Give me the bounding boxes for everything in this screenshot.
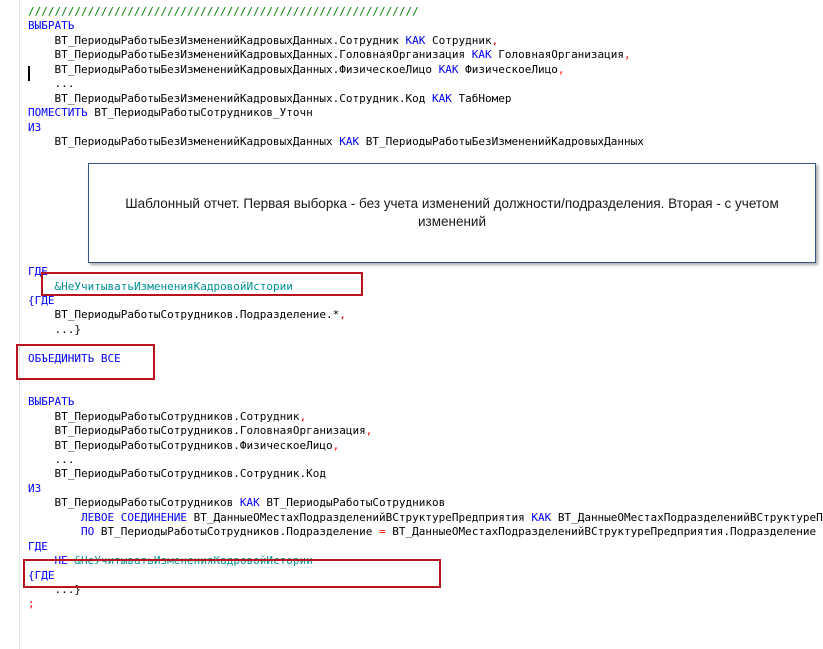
code-operator: , (557, 62, 565, 76)
code-line[interactable]: ПО ВТ_ПериодыРаботыСотрудников.Подраздел… (28, 525, 816, 539)
code-text: ...} (28, 322, 81, 336)
code-line[interactable]: ... (28, 453, 74, 467)
annotation-tooltip-text: Шаблонный отчет. Первая выборка - без уч… (125, 196, 779, 229)
code-operator: , (365, 424, 373, 438)
code-line[interactable]: ВЫБРАТЬ (28, 395, 74, 409)
code-keyword: КАК (339, 135, 360, 149)
code-line[interactable]: ...} (28, 323, 81, 337)
code-text: ВТ_ПериодыРаботыСотрудников (259, 496, 446, 510)
code-operator: , (339, 308, 346, 322)
code-keyword: ВЫБРАТЬ (28, 19, 75, 33)
code-keyword: КАК (431, 91, 452, 105)
highlight-box-condition-1 (41, 272, 363, 296)
code-keyword: ИЗ (28, 120, 42, 134)
code-text: ВТ_ПериодыРаботыСотрудников.ГоловнаяОрга… (28, 424, 366, 438)
code-line[interactable]: ВТ_ПериодыРаботыСотрудников.Сотрудник, (28, 410, 306, 424)
code-text: ВТ_ПериодыРаботыСотрудников_Уточн (87, 106, 313, 120)
code-line[interactable]: ; (28, 597, 35, 611)
code-line[interactable]: ВТ_ПериодыРаботыБезИзмененийКадровыхДанн… (28, 48, 631, 62)
code-text: Сотрудник (425, 33, 492, 47)
query-text-editor[interactable]: ////////////////////////////////////////… (0, 0, 823, 649)
code-line[interactable]: ЛЕВОЕ СОЕДИНЕНИЕ ВТ_ДанныеОМестахПодразд… (28, 511, 823, 525)
code-line[interactable]: ... (28, 77, 74, 91)
code-text: ВТ_ДанныеОМестахПодразделенийВСтруктуреП… (186, 510, 532, 524)
code-keyword: ВЫБРАТЬ (28, 395, 75, 409)
code-operator: ; (28, 597, 35, 611)
code-text: ВТ_ПериодыРаботыБезИзмененийКадровыхДанн… (359, 135, 644, 149)
code-comment: ////////////////////////////////////////… (28, 5, 419, 18)
code-line[interactable]: ВТ_ПериодыРаботыБезИзмененийКадровыхДанн… (28, 92, 511, 106)
code-text: ... (28, 452, 75, 466)
code-text: ВТ_ПериодыРаботыСотрудников.Сотрудник.Ко… (28, 467, 327, 481)
code-text: ВТ_ПериодыРаботыСотрудников.Подразделени… (28, 308, 340, 322)
code-line[interactable]: ПОМЕСТИТЬ ВТ_ПериодыРаботыСотрудников_Ут… (28, 106, 313, 120)
code-line[interactable]: ВТ_ПериодыРаботыБезИзмененийКадровыхДанн… (28, 63, 564, 77)
code-operator: , (299, 409, 307, 423)
text-cursor (28, 66, 30, 81)
highlight-box-union-all (16, 344, 155, 380)
code-line[interactable]: ////////////////////////////////////////… (28, 5, 419, 19)
code-keyword: КАК (239, 496, 260, 510)
code-text: ВТ_ПериодыРаботыБезИзмененийКадровыхДанн… (28, 48, 472, 62)
code-text: ... (28, 77, 75, 91)
code-text: ВТ_ПериодыРаботыБезИзмененийКадровыхДанн… (28, 33, 406, 47)
code-keyword: ПО (80, 525, 95, 539)
code-text: ВТ_ПериодыРаботыБезИзмененийКадровыхДанн… (28, 135, 340, 149)
code-operator: , (491, 33, 499, 47)
code-text: ВТ_ПериодыРаботыСотрудников (28, 496, 240, 510)
code-line[interactable]: ВЫБРАТЬ (28, 19, 74, 33)
code-text: ВТ_ПериодыРаботыБезИзмененийКадровыхДанн… (28, 91, 432, 105)
code-operator: , (332, 438, 340, 452)
code-text: ВТ_ДанныеОМестахПодразделенийВСтруктуреП… (385, 525, 817, 539)
code-line[interactable]: {ГДЕ (28, 294, 55, 308)
code-keyword: КАК (471, 48, 492, 62)
code-line[interactable]: ВТ_ПериодыРаботыСотрудников.Сотрудник.Ко… (28, 467, 326, 481)
code-operator: = (379, 525, 386, 539)
code-text: ГоловнаяОрганизация (491, 48, 625, 62)
code-keyword: ИЗ (28, 481, 42, 495)
code-line[interactable]: ВТ_ПериодыРаботыБезИзмененийКадровыхДанн… (28, 34, 498, 48)
code-text: ВТ_ДанныеОМестахПодразделенийВСтруктуреП… (557, 510, 823, 524)
code-keyword: КАК (405, 33, 426, 47)
code-line[interactable]: ВТ_ПериодыРаботыСотрудников.Подразделени… (28, 308, 346, 322)
code-text: ВТ_ПериодыРаботыБезИзмененийКадровыхДанн… (28, 62, 439, 76)
code-text: ВТ_ПериодыРаботыСотрудников.ФизическоеЛи… (28, 438, 333, 452)
highlight-box-condition-2 (23, 559, 441, 588)
code-line[interactable]: ИЗ (28, 121, 41, 135)
code-text: ТабНомер (451, 91, 512, 105)
code-line[interactable]: ВТ_ПериодыРаботыБезИзмененийКадровыхДанн… (28, 135, 644, 149)
code-line[interactable]: ИЗ (28, 482, 41, 496)
editor-gutter (19, 0, 20, 649)
code-keyword: ПОМЕСТИТЬ (28, 106, 88, 120)
code-keyword: ЛЕВОЕ СОЕДИНЕНИЕ (80, 510, 187, 524)
code-keyword: КАК (531, 510, 552, 524)
code-line[interactable]: ВТ_ПериодыРаботыСотрудников.ГоловнаяОрга… (28, 424, 372, 438)
code-keyword: ГДЕ (28, 539, 48, 553)
code-text: ФизическоеЛицо (458, 62, 558, 76)
annotation-tooltip: Шаблонный отчет. Первая выборка - без уч… (88, 163, 816, 263)
code-text: ВТ_ПериодыРаботыСотрудников.Подразделени… (94, 525, 380, 539)
code-keyword: КАК (438, 62, 459, 76)
code-text: ВТ_ПериодыРаботыСотрудников.Сотрудник (28, 409, 300, 423)
code-operator: , (624, 48, 631, 62)
code-line[interactable]: ВТ_ПериодыРаботыСотрудников.ФизическоеЛи… (28, 439, 339, 453)
code-line[interactable]: ВТ_ПериодыРаботыСотрудников КАК ВТ_Перио… (28, 496, 445, 510)
code-line[interactable]: ГДЕ (28, 540, 48, 554)
